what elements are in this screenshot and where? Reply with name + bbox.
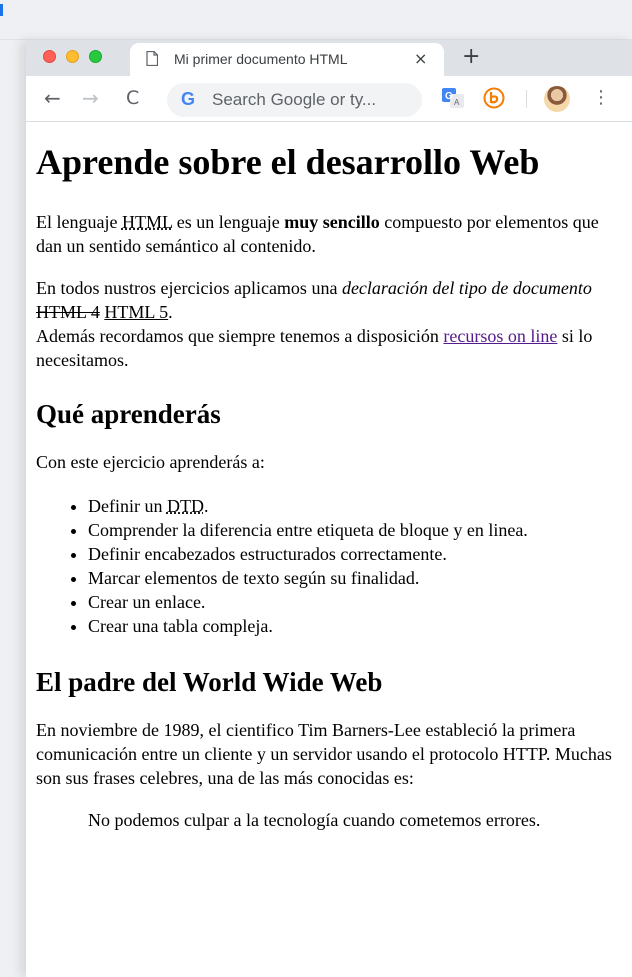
list-item: Comprender la diferencia entre etiqueta … [88,518,626,542]
toolbar-separator [526,90,527,108]
doctype-emphasis: declaración del tipo de documento [341,278,592,298]
list-item: Definir un DTD. [88,494,626,518]
list-item: Marcar elementos de texto según su final… [88,566,626,590]
new-tab-button[interactable]: + [462,44,480,69]
minimize-window-button[interactable] [66,50,79,63]
list-item: Crear una tabla compleja. [88,614,626,638]
section-heading-father: El padre del World Wide Web [36,667,383,697]
abbr-dtd: DTD [166,496,204,516]
list-item: Definir encabezados estructurados correc… [88,542,626,566]
doctype-period: . [168,302,173,322]
back-button[interactable]: ← [44,86,61,110]
page-content: Aprende sobre el desarrollo Web El lengu… [36,140,626,832]
close-window-button[interactable] [43,50,56,63]
tab-strip: Mi primer documento HTML × + [26,40,632,76]
resources-text-1: Además recordamos que siempre tenemos a … [36,326,444,346]
learning-list: Definir un DTD. Comprender la diferencia… [88,494,626,638]
b-extension-icon[interactable] [483,87,505,109]
tab-title: Mi primer documento HTML [174,51,348,67]
desktop-accent-mark [0,4,3,16]
page-title: Aprende sobre el desarrollo Web [36,142,540,182]
list-item: Crear un enlace. [88,590,626,614]
list-item-1-end: . [203,496,209,516]
intro-text-2: es un lenguaje [172,212,285,232]
quote: No podemos culpar a la tecnología cuando… [88,810,541,830]
tab-active[interactable]: Mi primer documento HTML × [130,43,444,76]
intro-paragraph: El lenguaje HTML es un lenguaje muy senc… [36,210,626,258]
address-bar-placeholder: Search Google or ty... [212,90,377,109]
window-controls [43,50,102,63]
google-translate-icon[interactable]: G A [442,88,464,108]
doctype-paragraph: En todos nustros ejercicios aplicamos un… [36,276,626,372]
doctype-text-1: En todos nustros ejercicios aplicamos un… [36,278,342,298]
section-heading-learn: Qué aprenderás [36,399,221,429]
abbr-html: HTML [121,212,173,232]
list-item-1-text: Definir un [88,496,167,516]
reload-button[interactable]: C [126,86,139,110]
svg-text:G: G [445,91,453,102]
avatar[interactable] [544,86,570,112]
google-icon: G [181,89,196,109]
resources-link[interactable]: recursos on line [443,326,557,346]
zoom-window-button[interactable] [89,50,102,63]
intro-strong: muy sencillo [284,212,380,232]
forward-button[interactable]: → [82,86,99,110]
browser-window: Mi primer documento HTML × + ← → C G Sea… [26,40,632,977]
deleted-html4: HTML 4 [36,302,100,322]
svg-text:A: A [454,98,460,107]
desktop-top-strip [0,0,632,40]
learn-intro: Con este ejercicio aprenderás a: [36,452,265,472]
address-bar[interactable]: G Search Google or ty... [167,83,422,117]
intro-text-1: El lenguaje [36,212,122,232]
browser-menu-icon[interactable]: ⋮ [592,88,610,108]
father-paragraph: En noviembre de 1989, el cientifico Tim … [36,720,612,788]
document-icon [146,51,158,66]
browser-toolbar: ← → C G Search Google or ty... G A ⋮ [26,76,632,122]
close-tab-icon[interactable]: × [414,49,427,68]
inserted-html5: HTML 5 [104,302,169,322]
